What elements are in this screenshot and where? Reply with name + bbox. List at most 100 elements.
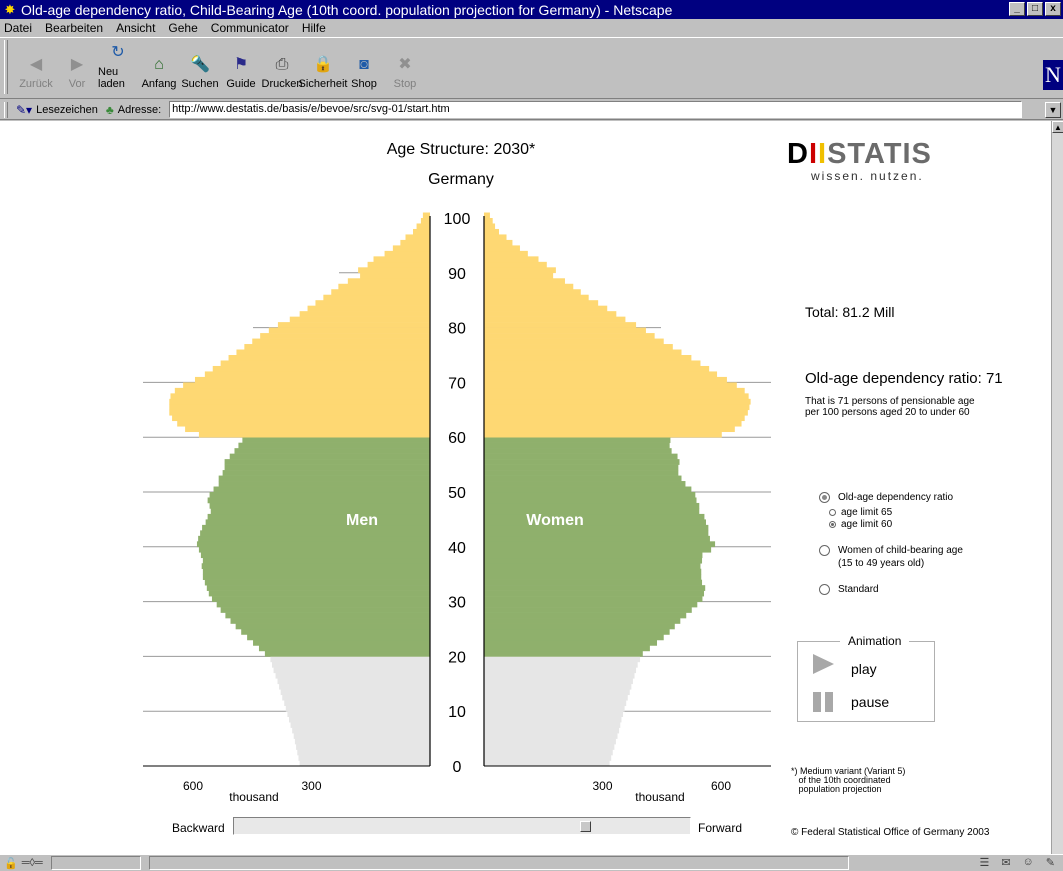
- bar-men-age-94: [392, 245, 430, 252]
- pause-icon[interactable]: [813, 692, 833, 712]
- menu-hilfe[interactable]: Hilfe: [302, 21, 326, 35]
- bar-men-age-36: [201, 563, 430, 570]
- dependency-explanation-line2: per 100 persons aged 20 to under 60: [805, 407, 970, 418]
- radio-standard-indicator[interactable]: [819, 584, 830, 595]
- bar-women-age-1: [484, 755, 612, 761]
- bar-men-age-62: [177, 420, 430, 427]
- bar-women-age-10: [484, 705, 625, 712]
- radio-age-limit-65[interactable]: age limit 65: [829, 507, 892, 518]
- toolbar-button-label: Stop: [393, 78, 417, 90]
- toolbar-grip[interactable]: [4, 40, 8, 94]
- discussion-status-icon[interactable]: ☺: [1023, 856, 1034, 869]
- y-tick-label-70: 70: [448, 375, 466, 392]
- print-icon: ⎙: [275, 56, 289, 73]
- bar-women-age-62: [484, 420, 742, 427]
- address-dropdown-button[interactable]: ▼: [1045, 102, 1061, 118]
- locationbar-grip[interactable]: [4, 102, 8, 118]
- menu-bearbeiten[interactable]: Bearbeiten: [45, 21, 103, 35]
- composer-status-icon[interactable]: ✎: [1046, 856, 1055, 869]
- netscape-app-icon: ✸: [4, 1, 16, 17]
- footnote: *) Medium variant (Variant 5) of the 10t…: [791, 766, 906, 794]
- toolbar-sicherheit-button[interactable]: 🔒 Sicherheit: [299, 38, 348, 94]
- bookmarks-icon[interactable]: ✎▾: [16, 103, 32, 117]
- bar-men-age-9: [287, 711, 430, 717]
- bar-women-age-93: [484, 250, 528, 257]
- toolbar-shop-button[interactable]: ◙ Shop: [344, 38, 384, 94]
- toolbar-vor-button[interactable]: ▶ Vor: [57, 38, 97, 94]
- radio-age-limit-65-indicator[interactable]: [829, 509, 836, 516]
- bar-men-age-17: [273, 667, 430, 674]
- navigator-status-icon[interactable]: ☰: [979, 856, 989, 869]
- bar-men-age-87: [338, 283, 430, 290]
- bar-men-age-47: [209, 502, 430, 509]
- bar-women-age-49: [484, 492, 696, 498]
- x-tick-men-300: 300: [301, 779, 321, 793]
- toolbar-zurück-button[interactable]: ◀ Zurück: [16, 38, 56, 94]
- bar-men-age-57: [234, 448, 430, 454]
- menu-gehe[interactable]: Gehe: [168, 21, 197, 35]
- minimize-button[interactable]: _: [1009, 2, 1025, 16]
- bar-women-age-100: [484, 212, 490, 219]
- netscape-logo-icon[interactable]: N: [1043, 60, 1063, 90]
- forward-button[interactable]: Forward: [698, 821, 742, 835]
- backward-button[interactable]: Backward: [172, 821, 225, 835]
- toolbar-neu-laden-button[interactable]: ↻ Neu laden: [98, 38, 138, 94]
- bar-men-age-19: [270, 656, 430, 663]
- bar-men-age-73: [220, 360, 430, 367]
- bar-women-age-80: [484, 322, 637, 328]
- bar-women-age-96: [484, 234, 507, 241]
- radio-old-age-dependency[interactable]: Old-age dependency ratio: [819, 491, 953, 504]
- bar-women-age-39: [484, 546, 712, 553]
- radio-women-indicator[interactable]: [819, 545, 830, 556]
- menu-datei[interactable]: Datei: [4, 21, 32, 35]
- bar-men-age-23: [247, 634, 430, 641]
- bar-men-age-63: [172, 415, 430, 422]
- play-icon[interactable]: [813, 654, 834, 674]
- security-status-icon[interactable]: 🔓: [4, 857, 18, 870]
- bar-women-age-68: [484, 387, 745, 394]
- radio-women-child-bearing[interactable]: Women of child-bearing age (15 to 49 year…: [819, 544, 963, 570]
- pause-button[interactable]: pause: [851, 694, 889, 710]
- scroll-up-arrow-icon[interactable]: ▲: [1052, 121, 1063, 133]
- radio-standard[interactable]: Standard: [819, 583, 879, 596]
- mail-status-icon[interactable]: ✉: [1001, 856, 1010, 869]
- maximize-button[interactable]: □: [1027, 2, 1043, 16]
- toolbar-stop-button[interactable]: ✖ Stop: [385, 38, 425, 94]
- bar-men-age-39: [198, 546, 430, 553]
- radio-age-limit-60[interactable]: age limit 60: [829, 519, 892, 530]
- menu-ansicht[interactable]: Ansicht: [116, 21, 155, 35]
- series-label-men: Men: [346, 512, 378, 529]
- bookmarks-label[interactable]: Lesezeichen: [36, 104, 98, 116]
- toolbar-anfang-button[interactable]: ⌂ Anfang: [139, 38, 179, 94]
- bar-men-age-66: [169, 398, 431, 405]
- page-proxy-icon[interactable]: ♣: [106, 103, 114, 117]
- address-input[interactable]: http://www.destatis.de/basis/e/bevoe/src…: [169, 101, 1023, 118]
- search-icon: 🔦: [190, 56, 210, 73]
- bar-men-age-81: [289, 316, 430, 323]
- bar-women-age-90: [484, 267, 556, 274]
- play-button[interactable]: play: [851, 661, 877, 677]
- toolbar-guide-button[interactable]: ⚑ Guide: [221, 38, 261, 94]
- guide-icon: ⚑: [233, 56, 249, 73]
- year-slider[interactable]: [233, 817, 691, 835]
- menu-communicator[interactable]: Communicator: [211, 21, 289, 35]
- status-bar: 🔓 ═◊═ ☰ ✉ ☺ ✎: [0, 854, 1063, 871]
- bar-men-age-5: [293, 733, 430, 739]
- toolbar-button-label: Neu laden: [98, 66, 125, 90]
- close-button[interactable]: x: [1045, 2, 1061, 16]
- bar-men-age-32: [206, 585, 430, 591]
- toolbar-suchen-button[interactable]: 🔦 Suchen: [180, 38, 220, 94]
- bar-women-age-20: [484, 650, 643, 657]
- bar-women-age-35: [484, 568, 702, 575]
- bar-men-age-22: [253, 639, 430, 646]
- bar-women-age-91: [484, 261, 547, 268]
- bar-men-age-80: [277, 322, 430, 328]
- bar-women-age-16: [484, 672, 635, 679]
- radio-old-age-indicator[interactable]: [819, 492, 830, 503]
- toolbar-drucken-button[interactable]: ⎙ Drucken: [262, 38, 303, 94]
- bar-women-age-47: [484, 502, 700, 509]
- bar-women-age-78: [484, 333, 655, 339]
- vertical-scrollbar[interactable]: ▲: [1051, 121, 1063, 854]
- year-slider-thumb[interactable]: [580, 821, 591, 832]
- radio-age-limit-60-indicator[interactable]: [829, 521, 836, 528]
